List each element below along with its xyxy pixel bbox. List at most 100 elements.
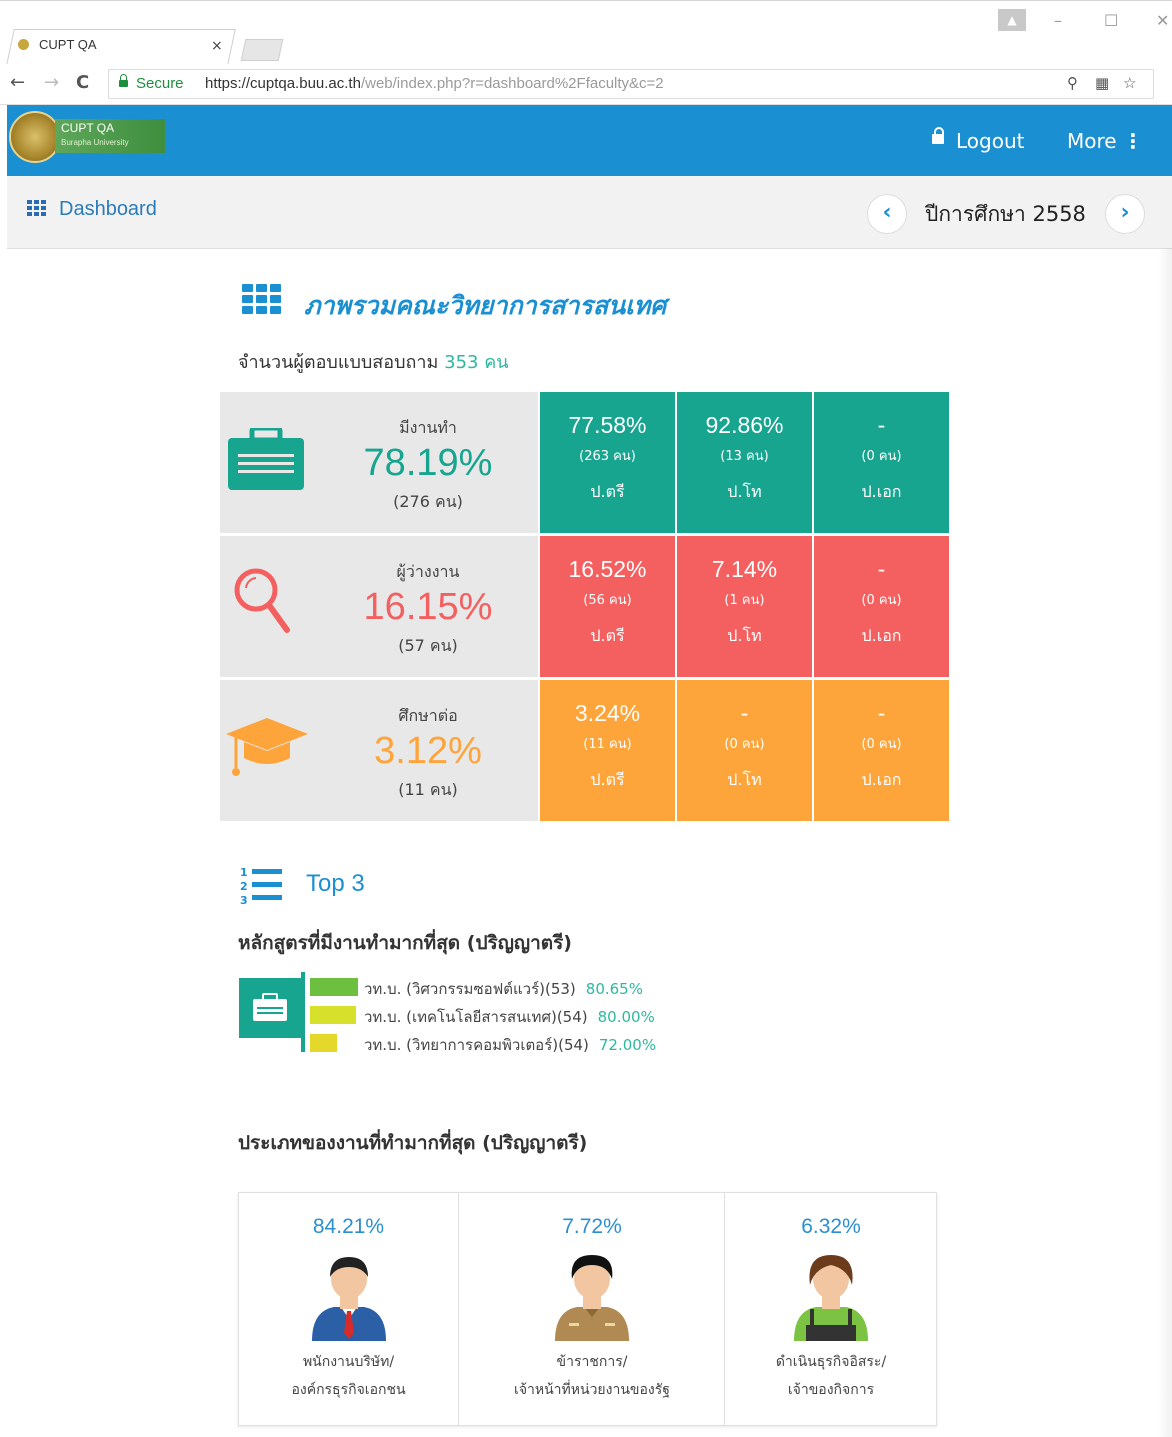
unlock-icon [932, 127, 944, 144]
url-path: /web/index.php?r=dashboard%2Ffaculty&c=2 [360, 75, 664, 92]
unemployed-summary: ผู้ว่างงาน 16.15% (57 คน) [220, 536, 538, 677]
job-type-line2: องค์กรธุรกิจเอกชน [291, 1382, 406, 1398]
next-year-button[interactable]: › [1105, 194, 1145, 234]
program-bar [310, 978, 358, 996]
cell-percent: 92.86% [705, 412, 784, 438]
program-name: วท.บ. (วิศวกรรมซอฟต์แวร์)(53) [364, 980, 576, 998]
study-doctoral-cell: - (0 คน) ป.เอก [814, 680, 949, 821]
cell-count: (11 คน) [583, 737, 632, 752]
cell-percent: 16.52% [568, 556, 647, 582]
cell-percent: - [877, 700, 886, 726]
briefcase-icon [228, 428, 304, 490]
employed-summary: มีงานทำ 78.19% (276 คน) [220, 392, 538, 533]
browser-tabstrip: CUPT QA × ▲ – ☐ ✕ [0, 0, 1172, 65]
grid-icon [27, 200, 47, 216]
bookmark-star-icon[interactable]: ☆ [1123, 74, 1136, 92]
summary-row-employed: มีงานทำ 78.19% (276 คน) 77.58% (263 คน) … [220, 392, 950, 536]
program-percent: 80.65% [585, 980, 643, 998]
cell-percent: - [740, 700, 749, 726]
job-type-percent: 6.32% [801, 1215, 861, 1238]
forward-icon[interactable]: → [44, 72, 59, 93]
program-label: วท.บ. (วิทยาการคอมพิวเตอร์)(54) 72.00% [364, 1033, 656, 1057]
minimize-icon[interactable]: – [1054, 11, 1062, 30]
new-tab-button[interactable] [240, 39, 284, 61]
translate-icon[interactable]: ▦ [1095, 74, 1109, 92]
job-type-government: 7.72% ข้าราชการ/ เจ้าหน้าที่หน่วยงานของร… [458, 1193, 725, 1425]
cell-count: (263 คน) [579, 449, 636, 464]
cell-degree: ป.โท [727, 482, 762, 501]
tab-close-icon[interactable]: × [211, 38, 223, 54]
cell-percent: - [877, 412, 886, 438]
cell-degree: ป.เอก [861, 770, 902, 789]
job-type-line2: เจ้าหน้าที่หน่วยงานของรัฐ [514, 1382, 670, 1398]
cell-percent: 7.14% [711, 556, 778, 582]
program-name: วท.บ. (เทคโนโลยีสารสนเทศ)(54) [364, 1008, 588, 1026]
job-type-line1: พนักงานบริษัท/ [302, 1354, 395, 1370]
secure-label: Secure [136, 75, 184, 92]
civil-servant-icon [555, 1255, 629, 1341]
program-percent: 72.00% [598, 1036, 657, 1054]
dashboard-link[interactable]: Dashboard [59, 198, 157, 221]
profile-icon[interactable]: ▲ [998, 9, 1026, 31]
page-title: ภาพรวมคณะวิทยาการสารสนเทศ [304, 291, 667, 320]
employed-label: มีงานทำ [399, 418, 457, 437]
graduation-cap-icon [226, 718, 308, 776]
study-label: ศึกษาต่อ [398, 706, 458, 725]
maximize-icon[interactable]: ☐ [1104, 11, 1118, 30]
secure-indicator[interactable]: Secure [119, 74, 184, 92]
url-input[interactable]: Secure https://cuptqa.buu.ac.th/web/inde… [108, 69, 1154, 99]
prev-year-button[interactable]: ‹ [867, 194, 907, 234]
unemployed-bachelor-cell: 16.52% (56 คน) ป.ตรี [540, 536, 675, 677]
unemployed-count: (57 คน) [398, 636, 458, 655]
back-icon[interactable]: ← [10, 72, 25, 93]
program-chart-axis [301, 972, 305, 1052]
employed-master-cell: 92.86% (13 คน) ป.โท [677, 392, 812, 533]
unemployed-percent: 16.15% [363, 586, 493, 628]
svg-text:1: 1 [240, 866, 248, 879]
top3-title: Top 3 [306, 870, 365, 897]
cell-count: (0 คน) [861, 737, 902, 752]
program-chart-icon [239, 978, 301, 1038]
more-label: More [1067, 129, 1117, 153]
job-type-percent: 84.21% [312, 1215, 385, 1238]
more-menu-button[interactable]: More ⋮ [1067, 129, 1143, 153]
logout-button[interactable]: Logout [932, 127, 1024, 153]
cell-degree: ป.ตรี [590, 626, 625, 645]
numbered-list-icon: 1 2 3 [240, 866, 282, 906]
employed-doctoral-cell: - (0 คน) ป.เอก [814, 392, 949, 533]
tab-content[interactable]: CUPT QA [18, 37, 97, 52]
job-type-business: 6.32% ดำเนินธุรกิจอิสระ/ เจ้าของกิจการ [724, 1193, 937, 1425]
url-host: https://cuptqa.buu.ac.th [205, 75, 361, 92]
cell-degree: ป.ตรี [590, 482, 625, 501]
address-bar-row: ← → C Secure https://cuptqa.buu.ac.th/we… [0, 64, 1172, 105]
close-window-icon[interactable]: ✕ [1156, 11, 1169, 30]
cell-count: (56 คน) [583, 593, 632, 608]
cell-count: (0 คน) [861, 449, 902, 464]
cell-count: (0 คน) [724, 737, 765, 752]
job-type-percent: 7.72% [562, 1215, 622, 1238]
unemployed-doctoral-cell: - (0 คน) ป.เอก [814, 536, 949, 677]
cell-percent: - [877, 556, 886, 582]
cell-count: (13 คน) [720, 449, 769, 464]
cell-count: (1 คน) [724, 593, 765, 608]
academic-year: ปีการศึกษา 2558 [925, 202, 1086, 226]
programs-heading: หลักสูตรที่มีงานทำมากที่สุด (ปริญญาตรี) [238, 932, 572, 954]
zoom-icon[interactable]: ⚲ [1067, 74, 1078, 92]
types-heading: ประเภทของงานที่ทำมากที่สุด (ปริญญาตรี) [238, 1132, 588, 1154]
vertical-dots-icon: ⋮ [1122, 129, 1143, 153]
reload-icon[interactable]: C [76, 72, 89, 93]
logo-title: CUPT QA [61, 121, 115, 135]
svg-text:2: 2 [240, 880, 248, 893]
svg-text:3: 3 [240, 894, 248, 906]
cell-count: (0 คน) [861, 593, 902, 608]
unemployed-label: ผู้ว่างงาน [396, 562, 460, 581]
lock-icon [119, 74, 128, 87]
app-header: CUPT QA Burapha University Logout More ⋮ [7, 105, 1172, 176]
apps-grid-icon [242, 284, 284, 316]
study-percent: 3.12% [374, 730, 482, 772]
cell-degree: ป.ตรี [590, 770, 625, 789]
respondent-count: จำนวนผู้ตอบแบบสอบถาม 353 คน [238, 347, 509, 376]
program-label: วท.บ. (เทคโนโลยีสารสนเทศ)(54) 80.00% [364, 1005, 655, 1029]
summary-row-unemployed: ผู้ว่างงาน 16.15% (57 คน) 16.52% (56 คน)… [220, 536, 950, 680]
breadcrumb-bar: Dashboard ‹ ปีการศึกษา 2558 › [7, 176, 1172, 249]
